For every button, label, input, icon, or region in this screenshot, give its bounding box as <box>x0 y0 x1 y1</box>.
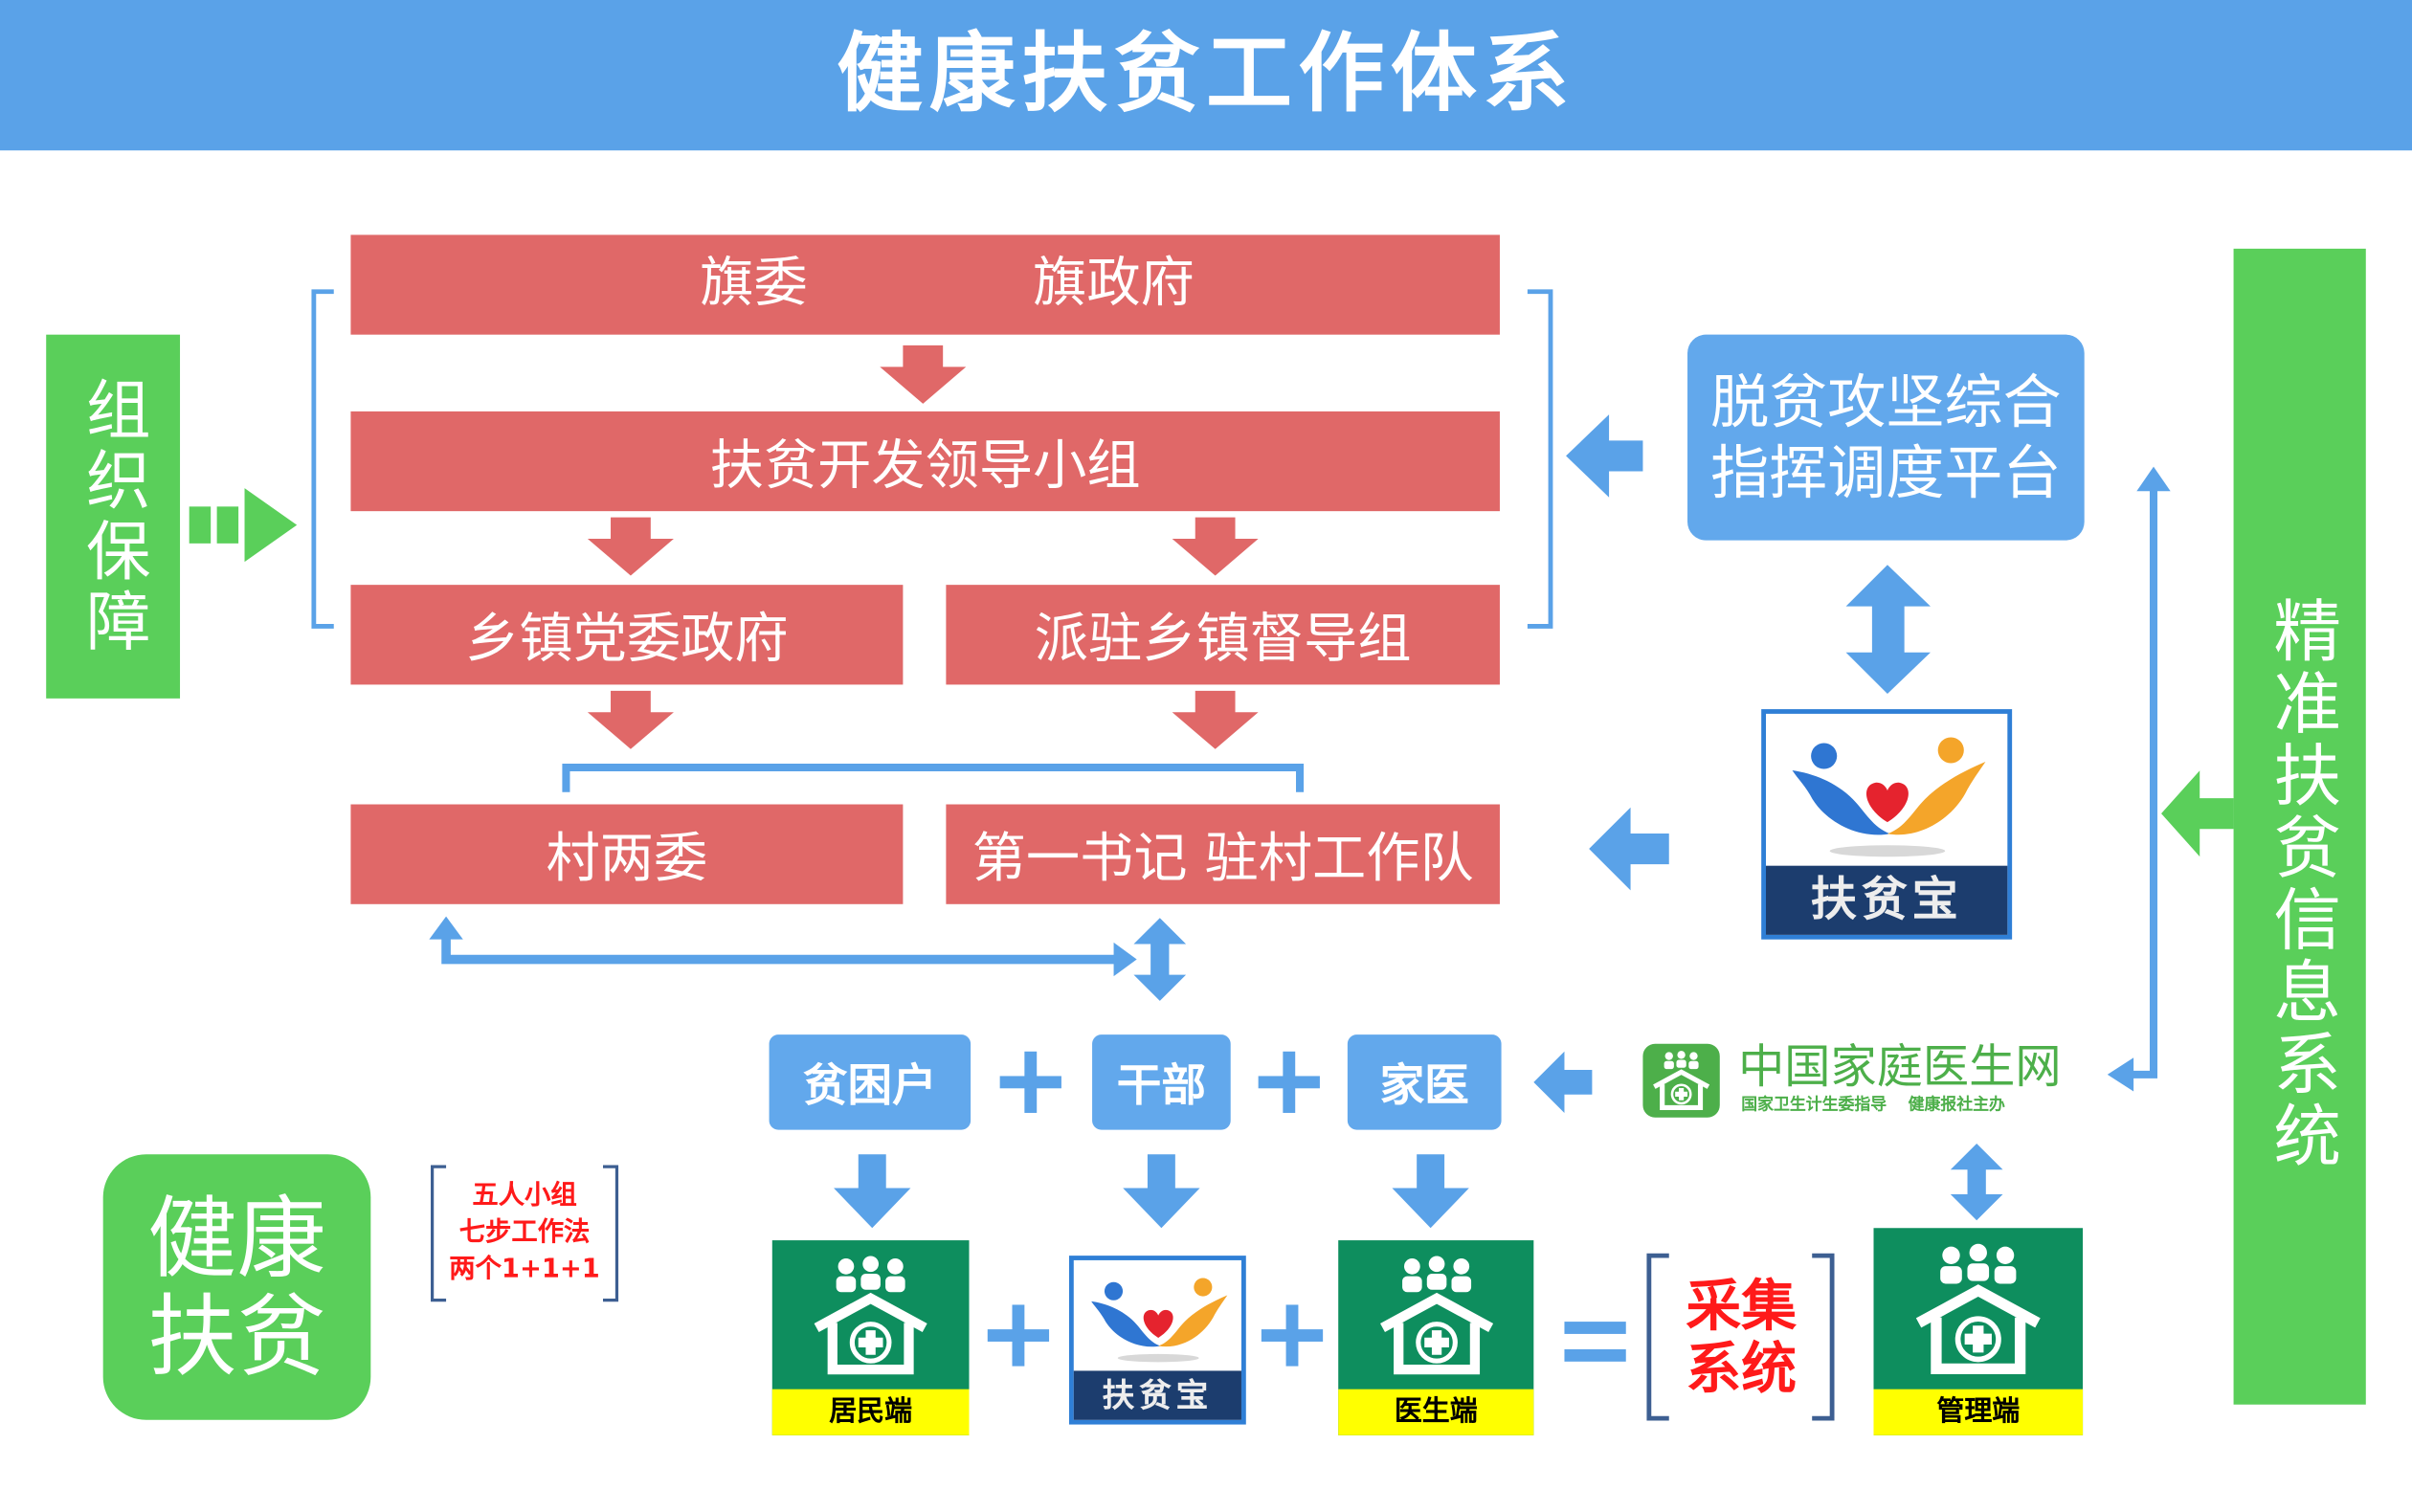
diagram-canvas: 健康扶贫工作体系 组织保障 旗委 旗政府 扶贫开发领导小组 乡镇党委政府 派驻乡… <box>0 0 2412 1512</box>
leading-group-label: 扶贫开发领导小组 <box>709 435 1141 498</box>
organization-support-panel: 组织保障 <box>46 334 181 699</box>
collection-right-bracket <box>1812 1253 1835 1421</box>
collection-system-line1: 采集 <box>1686 1275 1798 1339</box>
up-down-arrow-icon <box>1133 918 1187 1001</box>
poor-household-box: 贫困户 <box>769 1034 972 1130</box>
township-government-label: 乡镇党委政府 <box>465 609 789 671</box>
fupinbao-terminal-label: 扶贫宝 <box>1073 1370 1241 1420</box>
down-arrow-icon <box>1392 1154 1469 1229</box>
county-party-committee-label: 旗委 <box>700 253 808 315</box>
fupinbao-terminal-icon: 扶贫宝 <box>1068 1256 1246 1425</box>
down-arrow-icon <box>1123 1154 1200 1229</box>
house-medical-icon <box>1910 1241 2045 1376</box>
command-platform-line2: 指挥调度平台 <box>1710 438 2062 507</box>
down-arrow-icon <box>880 345 967 404</box>
health-poverty-line2: 扶贫 <box>147 1283 326 1389</box>
collection-system-line2: 系统 <box>1686 1338 1798 1402</box>
network-guidance-text: 国家卫生计生委指导 <box>1741 1096 1887 1115</box>
plus-icon <box>1261 1304 1324 1367</box>
doctor-terminal-icon: 医生端 <box>1338 1240 1534 1435</box>
info-system-left-arrow-icon <box>2161 770 2234 857</box>
command-platform-line1: 脱贫攻坚综合 <box>1710 367 2062 436</box>
hierarchy-left-bracket <box>311 289 334 629</box>
resident-terminal-label: 居民端 <box>771 1389 970 1435</box>
house-medical-icon <box>809 1254 932 1376</box>
methods-list: 五人小组 七步工作法 两个1+1+1 <box>443 1177 606 1287</box>
family-doctor-label: 家医 <box>1379 1058 1469 1112</box>
house-medical-icon <box>1650 1050 1711 1111</box>
village-committees-box: 村两委 <box>350 804 904 904</box>
equals-icon <box>1564 1322 1626 1362</box>
house-medical-icon <box>1374 1254 1498 1376</box>
management-terminal-label: 管理端 <box>1873 1389 2084 1435</box>
terminal-icon-graphic <box>1338 1240 1533 1390</box>
fupinbao-app-icon: 扶贫宝 <box>1761 709 2013 940</box>
left-arrow-icon <box>1589 807 1669 891</box>
village-work-team-box: 第一书记 驻村工作队 <box>946 804 1500 904</box>
collection-left-bracket <box>1646 1253 1669 1421</box>
family-doctor-box: 家医 <box>1347 1034 1502 1130</box>
fupinbao-label: 扶贫宝 <box>1765 865 2008 935</box>
info-system-label: 精准扶贫信息系统 <box>2261 595 2340 1173</box>
terminal-icon-graphic <box>772 1240 970 1390</box>
village-work-team-label: 第一书记 驻村工作队 <box>972 829 1474 891</box>
village-connector-bracket <box>562 764 1305 792</box>
hands-heart-logo-icon <box>1076 1265 1239 1367</box>
poor-household-label: 贫困户 <box>802 1058 937 1112</box>
township-supervision-label: 派驻乡镇督导组 <box>1034 609 1412 671</box>
method-item: 七步工作法 <box>458 1217 591 1249</box>
township-supervision-box: 派驻乡镇督导组 <box>946 585 1500 685</box>
collection-system-label: 采集 系统 <box>1674 1276 1809 1402</box>
doctor-terminal-label: 医生端 <box>1338 1389 1534 1435</box>
method-item: 两个1+1+1 <box>449 1254 600 1285</box>
method-item: 五人小组 <box>472 1180 577 1212</box>
cadre-box: 干部 <box>1092 1034 1231 1130</box>
family-doctor-network-logo <box>1642 1043 1720 1118</box>
up-down-arrow-icon <box>1950 1144 2003 1221</box>
down-arrow-icon <box>834 1154 911 1229</box>
plus-icon <box>999 1051 1061 1113</box>
plus-icon <box>987 1304 1050 1367</box>
organization-support-label: 组织保障 <box>76 375 152 658</box>
village-team-connector <box>429 916 1137 977</box>
command-platform-box: 脱贫攻坚综合 指挥调度平台 <box>1687 334 2085 541</box>
hands-heart-logo-icon <box>1772 718 2002 862</box>
family-doctor-network-subtitle: 国家卫生计生委指导 健康报社主办 <box>1741 1096 2005 1116</box>
health-poverty-panel: 健康 扶贫 <box>102 1154 371 1420</box>
down-arrow-icon <box>587 517 674 576</box>
plus-icon <box>1258 1051 1320 1113</box>
info-system-connector <box>2107 466 2171 1092</box>
terminal-icon-graphic <box>1873 1228 2083 1389</box>
left-arrow-icon <box>1533 1051 1593 1113</box>
county-leadership-box: 旗委 旗政府 <box>350 234 1500 335</box>
up-down-arrow-icon <box>1845 565 1931 695</box>
info-system-panel: 精准扶贫信息系统 <box>2233 248 2366 1405</box>
down-arrow-icon <box>1172 517 1259 576</box>
leading-group-box: 扶贫开发领导小组 <box>350 411 1500 512</box>
fupinbao-logo-area <box>1766 714 2007 866</box>
health-poverty-line1: 健康 <box>147 1186 326 1291</box>
down-arrow-icon <box>1172 690 1259 749</box>
page-title: 健康扶贫工作体系 <box>837 24 1575 124</box>
management-terminal-icon: 管理端 <box>1873 1228 2084 1435</box>
county-government-label: 旗政府 <box>1033 253 1195 315</box>
resident-terminal-icon: 居民端 <box>771 1240 970 1435</box>
township-government-box: 乡镇党委政府 <box>350 585 904 685</box>
network-host-text: 健康报社主办 <box>1908 1096 2005 1115</box>
down-arrow-icon <box>587 690 674 749</box>
fupinbao-logo-area <box>1074 1260 1241 1370</box>
village-committees-label: 村两委 <box>546 829 708 891</box>
cadre-label: 干部 <box>1116 1058 1206 1112</box>
hierarchy-right-bracket <box>1527 289 1553 629</box>
header-bar: 健康扶贫工作体系 <box>0 0 2412 151</box>
family-doctor-network-name: 中国家庭医生网 <box>1738 1040 2062 1095</box>
organization-right-arrow-icon <box>189 488 298 563</box>
left-arrow-icon <box>1566 414 1643 498</box>
